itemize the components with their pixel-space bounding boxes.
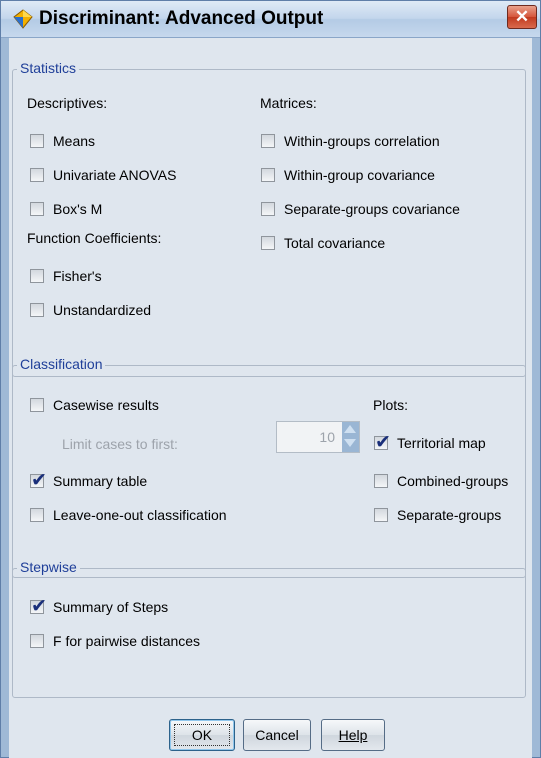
leave-one-out-checkbox[interactable]: Leave-one-out classification	[30, 507, 227, 523]
classification-group: Classification Casewise results Limit ca…	[12, 356, 526, 578]
casewise-results-checkbox-box[interactable]	[30, 398, 44, 412]
summary-table-checkbox[interactable]: Summary table	[30, 469, 148, 491]
f-pairwise-distances-label: F for pairwise distances	[53, 633, 201, 649]
boxs-m-checkbox-box[interactable]	[30, 202, 44, 216]
fishers-label: Fisher's	[53, 268, 102, 284]
summary-of-steps-checkbox-box[interactable]	[30, 595, 47, 617]
fishers-checkbox-box[interactable]	[30, 269, 44, 283]
cancel-button[interactable]: Cancel	[243, 719, 311, 751]
within-group-covariance-label: Within-group covariance	[284, 167, 435, 183]
separate-groups-checkbox[interactable]: Separate-groups	[374, 507, 501, 523]
f-pairwise-distances-checkbox[interactable]: F for pairwise distances	[30, 633, 200, 649]
separate-groups-label: Separate-groups	[397, 507, 502, 523]
stepwise-group: Stepwise Summary of Steps F for pairwise…	[12, 559, 526, 698]
separate-groups-covariance-checkbox-box[interactable]	[261, 202, 275, 216]
separate-groups-checkbox-box[interactable]	[374, 508, 388, 522]
window-title: Discriminant: Advanced Output	[39, 8, 324, 29]
total-covariance-checkbox-box[interactable]	[261, 236, 275, 250]
total-covariance-label: Total covariance	[284, 235, 386, 251]
unstandardized-checkbox-box[interactable]	[30, 303, 44, 317]
stepwise-legend: Stepwise	[17, 559, 80, 575]
means-checkbox[interactable]: Means	[30, 133, 95, 149]
limit-cases-value: 10	[319, 429, 335, 445]
unstandardized-label: Unstandardized	[53, 302, 152, 318]
ok-button[interactable]: OK	[169, 719, 235, 751]
statistics-legend: Statistics	[17, 60, 80, 76]
leave-one-out-checkbox-box[interactable]	[30, 508, 44, 522]
plots-heading: Plots:	[373, 397, 409, 413]
summary-of-steps-checkbox[interactable]: Summary of Steps	[30, 595, 169, 617]
combined-groups-checkbox[interactable]: Combined-groups	[374, 473, 508, 489]
fishers-checkbox[interactable]: Fisher's	[30, 268, 102, 284]
within-groups-correlation-label: Within-groups correlation	[284, 133, 440, 149]
diamond-app-icon	[13, 9, 33, 29]
summary-table-label: Summary table	[53, 473, 148, 489]
total-covariance-checkbox[interactable]: Total covariance	[261, 235, 385, 251]
combined-groups-checkbox-box[interactable]	[374, 474, 388, 488]
classification-legend: Classification	[17, 356, 106, 372]
casewise-results-label: Casewise results	[53, 397, 159, 413]
means-label: Means	[53, 133, 96, 149]
within-groups-correlation-checkbox-box[interactable]	[261, 134, 275, 148]
casewise-results-checkbox[interactable]: Casewise results	[30, 397, 159, 413]
territorial-map-label: Territorial map	[397, 435, 486, 451]
summary-of-steps-label: Summary of Steps	[53, 599, 169, 615]
summary-table-checkbox-box[interactable]	[30, 469, 47, 491]
dialog-body: Statistics Descriptives: Means Univariat…	[9, 38, 532, 758]
function-coefficients-heading: Function Coefficients:	[27, 230, 162, 246]
territorial-map-checkbox-box[interactable]	[374, 431, 391, 453]
limit-cases-label: Limit cases to first:	[62, 436, 178, 452]
cancel-button-label: Cancel	[255, 727, 299, 743]
unstandardized-checkbox[interactable]: Unstandardized	[30, 302, 151, 318]
within-groups-correlation-checkbox[interactable]: Within-groups correlation	[261, 133, 440, 149]
means-checkbox-box[interactable]	[30, 134, 44, 148]
focus-indicator	[174, 724, 230, 746]
close-button[interactable]: ✕	[507, 5, 537, 29]
advanced-output-dialog: Discriminant: Advanced Output ✕ Statisti…	[0, 0, 541, 758]
limit-cases-stepper[interactable]: 10	[276, 421, 360, 453]
separate-groups-covariance-checkbox[interactable]: Separate-groups covariance	[261, 201, 460, 217]
boxs-m-checkbox[interactable]: Box's M	[30, 201, 102, 217]
title-bar[interactable]: Discriminant: Advanced Output ✕	[1, 1, 540, 38]
stepper-up-icon[interactable]	[344, 425, 356, 433]
within-group-covariance-checkbox[interactable]: Within-group covariance	[261, 167, 435, 183]
univariate-anovas-checkbox[interactable]: Univariate ANOVAS	[30, 167, 176, 183]
matrices-heading: Matrices:	[260, 95, 317, 111]
stepper-down-icon[interactable]	[344, 439, 356, 447]
leave-one-out-label: Leave-one-out classification	[53, 507, 227, 523]
territorial-map-checkbox[interactable]: Territorial map	[374, 431, 486, 453]
univariate-anovas-checkbox-box[interactable]	[30, 168, 44, 182]
close-icon: ✕	[514, 7, 530, 26]
statistics-group: Statistics Descriptives: Means Univariat…	[12, 60, 526, 377]
combined-groups-label: Combined-groups	[397, 473, 509, 489]
univariate-anovas-label: Univariate ANOVAS	[53, 167, 177, 183]
within-group-covariance-checkbox-box[interactable]	[261, 168, 275, 182]
help-button-label: Help	[338, 727, 368, 743]
stepper-buttons[interactable]	[342, 422, 359, 452]
descriptives-heading: Descriptives:	[27, 95, 108, 111]
boxs-m-label: Box's M	[53, 201, 103, 217]
f-pairwise-distances-checkbox-box[interactable]	[30, 634, 44, 648]
help-button[interactable]: Help	[321, 719, 385, 751]
separate-groups-covariance-label: Separate-groups covariance	[284, 201, 460, 217]
